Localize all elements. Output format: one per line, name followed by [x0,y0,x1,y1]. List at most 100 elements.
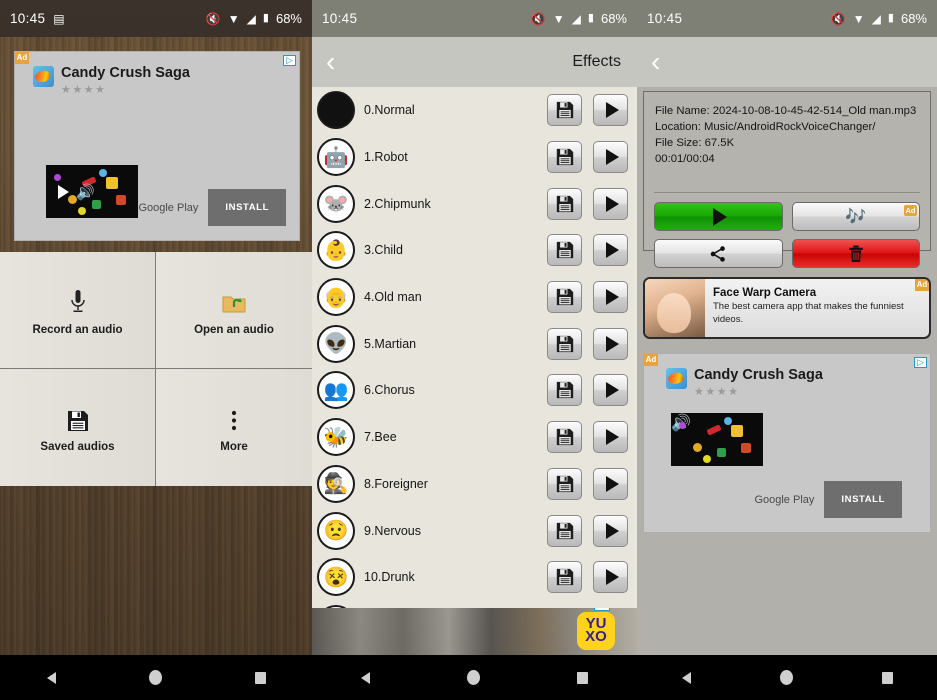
play-button[interactable] [593,467,628,500]
effect-avatar-normal [317,91,355,130]
recents-nav-icon[interactable] [254,671,266,684]
status-bar-2: 10:45 🔇 ▼ ◢ ▮ 68% [312,0,637,37]
screenshot-icon: ▤ [53,11,65,26]
ad-close-icon[interactable]: ✕ [594,608,610,611]
candy-crush-app-icon [33,66,54,87]
effect-row[interactable]: 🕵 8.Foreigner [312,461,637,508]
ad-logo-bottom: XO [585,628,607,645]
menu-item-saved-audios[interactable]: Saved audios [0,369,156,486]
play-button[interactable] [593,514,628,547]
back-nav-icon[interactable] [360,671,370,684]
save-button[interactable] [547,421,582,454]
promo-image [645,279,705,337]
menu-label: More [220,441,248,453]
app-bar-effects: ‹ Effects [312,37,637,87]
recents-nav-icon[interactable] [881,671,893,684]
ad-rating-stars: ★★★★ [694,386,740,399]
save-button[interactable] [547,281,582,314]
effect-row[interactable]: 😵 10.Drunk [312,554,637,601]
status-clock: 10:45 [647,11,683,26]
effect-row[interactable]: 👽 5.Martian [312,320,637,367]
ad-install-button[interactable]: INSTALL [824,481,902,518]
three-phone-screenshot-composite: 10:45 ▤ 🔇 ▼ ◢ ▮ 68% Ad ▷ Candy Crush Sag… [0,0,937,700]
save-button[interactable] [547,514,582,547]
effect-row[interactable]: 🐝 7.Bee [312,414,637,461]
save-button[interactable] [547,187,582,220]
play-button[interactable] [593,327,628,360]
play-button[interactable] [593,141,628,174]
save-button[interactable] [547,467,582,500]
ad-badge: Ad [904,205,917,216]
effect-row[interactable]: 🐭 2.Chipmunk [312,180,637,227]
play-button[interactable] [593,234,628,267]
effect-avatar-chorus: 👥 [317,371,355,410]
file-name-text: File Name: 2024-10-08-10-45-42-514_Old m… [655,105,917,117]
mute-icon: 🔇 [530,11,546,26]
play-button[interactable] [593,561,628,594]
play-button[interactable] [593,94,628,127]
save-button[interactable] [547,94,582,127]
effect-row[interactable]: 0.Normal [312,87,637,134]
recents-nav-icon[interactable] [577,671,589,684]
ad-store-label: Google Play [138,201,199,214]
home-nav-icon[interactable] [779,670,793,685]
mute-icon: 🔇 [830,11,846,26]
menu-item-open-audio[interactable]: Open an audio [156,252,312,369]
promo-banner-face-warp[interactable]: Face Warp Camera The best camera app tha… [643,277,931,339]
play-button[interactable] [593,187,628,220]
effect-row[interactable]: 👴 4.Old man [312,274,637,321]
ad-choices-icon[interactable]: ▷ [283,55,296,66]
play-button[interactable] [593,374,628,407]
home-nav-icon[interactable] [466,670,480,685]
save-button[interactable] [547,141,582,174]
play-button[interactable] [593,281,628,314]
play-button[interactable] [593,421,628,454]
ad-video-thumbnail[interactable]: 🔊 [46,165,138,218]
ad-speaker-icon[interactable]: 🔊 [76,183,95,201]
effect-label: 3.Child [364,243,403,258]
effect-row[interactable]: 👥 6.Chorus [312,367,637,414]
ad-card-candy-crush[interactable]: Ad ▷ Candy Crush Saga ★★★★ [643,353,931,533]
ad-install-button[interactable]: INSTALL [208,189,286,226]
effect-row[interactable]: 🤖 1.Robot [312,134,637,181]
ad-choices-icon[interactable]: ▷ [914,357,927,368]
menu-label: Open an audio [194,323,274,336]
menu-item-more[interactable]: More [156,369,312,486]
chevron-left-icon[interactable]: ‹ [637,48,674,76]
ad-play-icon[interactable] [58,184,69,199]
share-button[interactable] [654,239,783,268]
back-nav-icon[interactable] [46,671,56,684]
effect-avatar-drunk: 😵 [317,558,355,597]
menu-item-record-audio[interactable]: Record an audio [0,252,156,369]
save-button[interactable] [547,561,582,594]
home-nav-icon[interactable] [148,670,162,685]
effect-row[interactable]: 😟 9.Nervous [312,507,637,554]
play-icon [713,207,728,226]
effect-label: 7.Bee [364,430,397,445]
back-nav-icon[interactable] [681,671,691,684]
chevron-left-icon[interactable]: ‹ [312,48,349,76]
effect-label: 0.Normal [364,103,415,118]
save-button[interactable] [547,327,582,360]
panel-home-screen: 10:45 ▤ 🔇 ▼ ◢ ▮ 68% Ad ▷ Candy Crush Sag… [0,0,312,700]
status-bar-3: 10:45 🔇 ▼ ◢ ▮ 68% [637,0,937,37]
trash-icon [849,245,863,262]
promo-title: Face Warp Camera [713,287,817,299]
save-button[interactable] [547,374,582,407]
ad-rating-stars: ★★★★ [61,84,107,97]
bottom-ad-banner[interactable]: YU XO ✕ [312,608,637,655]
ringtone-button[interactable]: 🎶 Ad [791,202,920,231]
ad-store-label: Google Play [754,493,815,506]
ad-app-logo-icon[interactable]: YU XO ✕ [577,608,615,650]
main-menu-grid: Record an audio Open an audio Saved audi… [0,252,312,486]
ad-video-thumbnail[interactable]: 🔊 [671,413,763,466]
wifi-icon: ▼ [852,11,865,26]
save-button[interactable] [547,234,582,267]
status-clock: 10:45 [10,11,46,26]
effect-label: 6.Chorus [364,383,415,398]
play-button[interactable] [654,202,783,231]
delete-button[interactable] [791,239,920,268]
ad-card-candy-crush[interactable]: Ad ▷ Candy Crush Saga ★★★★ [14,51,300,241]
effect-row[interactable]: 👶 3.Child [312,227,637,274]
effect-label: 8.Foreigner [364,476,428,491]
